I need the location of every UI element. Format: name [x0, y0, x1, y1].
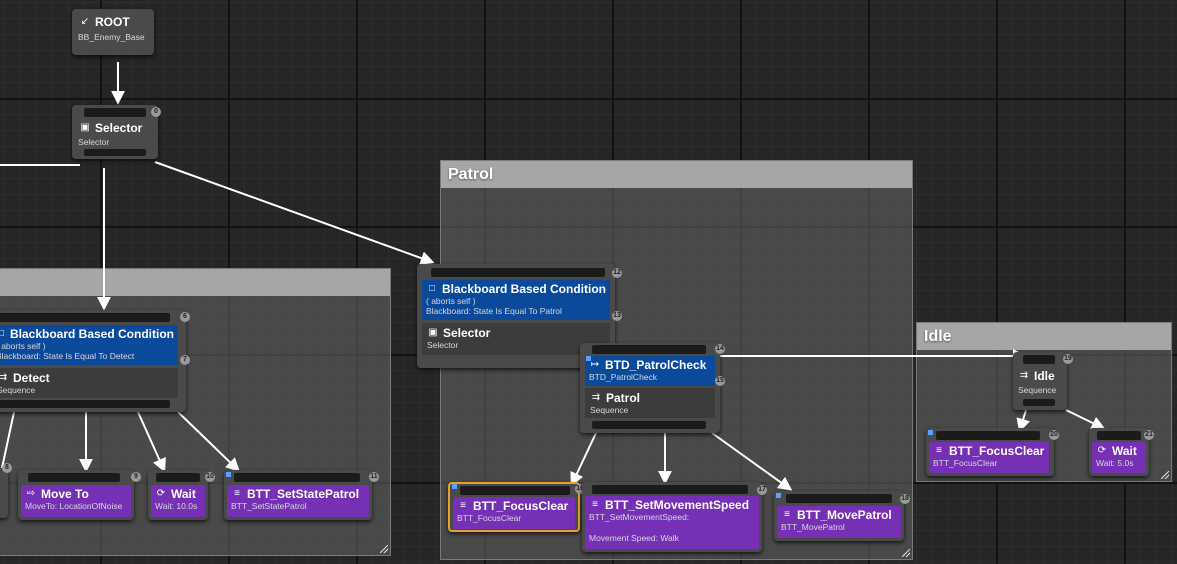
set-movement-speed-subtitle: BTT_SetMovementSpeed: — [589, 512, 690, 522]
move-patrol-title: BTT_MovePatrol — [797, 508, 892, 522]
patrol-selector-subtitle: Selector — [427, 340, 459, 350]
wait-node-detect[interactable]: ⟳ Wait Wait: 10.0s — [148, 470, 208, 520]
move-to-icon: ⇨ — [26, 488, 36, 499]
set-movement-speed-title: BTT_SetMovementSpeed — [605, 498, 750, 512]
idle-wait-subtitle: Wait: 5.0s — [1096, 458, 1134, 468]
wait-subtitle: Wait: 10.0s — [155, 501, 198, 511]
breakpoint-marker — [452, 484, 457, 489]
execution-index-badge: 14 — [715, 344, 725, 354]
patrol-check-title: BTD_PatrolCheck — [605, 358, 707, 372]
idle-title: Idle — [1034, 369, 1055, 383]
focus-clear-subtitle: BTT_FocusClear — [457, 513, 522, 523]
idle-focus-clear-title: BTT_FocusClear — [949, 444, 1045, 458]
execution-index-badge: 20 — [1049, 430, 1059, 440]
selector-icon: ▣ — [80, 122, 90, 133]
patrol-check-decorator[interactable]: ↦ BTD_PatrolCheck BTD_PatrolCheck — [585, 356, 715, 386]
wait-node-idle[interactable]: ⟳ Wait Wait: 5.0s — [1089, 428, 1149, 476]
execution-index-badge: 15 — [715, 376, 725, 386]
selector-icon: ▣ — [428, 327, 438, 338]
detect-decorator-condition: Blackboard: State Is Equal To Detect — [0, 351, 135, 361]
set-movement-speed-detail: Movement Speed: Walk — [589, 533, 679, 543]
root-title: ROOT — [95, 15, 130, 29]
execution-index-badge: 0 — [151, 107, 161, 117]
execution-index-badge: 13 — [612, 311, 622, 321]
breakpoint-marker — [226, 472, 231, 477]
detect-decorator-abort: ( aborts self ) — [0, 341, 46, 351]
main-selector-node[interactable]: ▣ Selector Selector — [72, 105, 158, 159]
set-state-subtitle: BTT_SetStatePatrol — [231, 501, 307, 511]
patrol-sequence-title: Patrol — [606, 391, 641, 405]
patrol-selector-title: Selector — [443, 326, 491, 340]
execution-index-badge: 8 — [2, 463, 12, 473]
blueprint-task-icon: ≡ — [460, 500, 466, 511]
wait-title: Wait — [171, 487, 196, 501]
main-selector-subtitle: Selector — [78, 137, 110, 147]
focus-clear-node-patrol[interactable]: ≡ BTT_FocusClear BTT_FocusClear — [448, 482, 580, 532]
root-icon: ↙ — [80, 16, 90, 27]
set-state-patrol-node[interactable]: ≡ BTT_SetStatePatrol BTT_SetStatePatrol — [224, 470, 372, 520]
execution-index-badge: 7 — [180, 355, 190, 365]
execution-index-badge: 6 — [180, 312, 190, 322]
execution-index-badge: 19 — [1063, 354, 1073, 364]
move-to-node[interactable]: ⇨ Move To MoveTo: LocationOfNoise — [18, 470, 134, 520]
set-state-title: BTT_SetStatePatrol — [247, 487, 360, 501]
breakpoint-marker — [586, 356, 591, 361]
blackboard-icon: □ — [0, 328, 4, 339]
root-node[interactable]: ↙ ROOT BB_Enemy_Base — [72, 9, 154, 55]
patrol-check-node[interactable]: ↦ BTD_PatrolCheck BTD_PatrolCheck ⇉ Patr… — [580, 343, 720, 433]
idle-sequence-node[interactable]: ⇉ Idle Sequence — [1013, 352, 1067, 410]
execution-index-badge: 21 — [1144, 430, 1154, 440]
breakpoint-marker — [928, 430, 933, 435]
patrol-check-subtitle: BTD_PatrolCheck — [589, 372, 658, 382]
patrol-decorator-condition: Blackboard: State Is Equal To Patrol — [426, 306, 562, 316]
detect-left-child-node[interactable] — [0, 470, 8, 518]
execution-index-badge: 18 — [900, 494, 910, 504]
move-patrol-node[interactable]: ≡ BTT_MovePatrol BTT_MovePatrol — [774, 491, 904, 541]
set-movement-speed-node[interactable]: ≡ BTT_SetMovementSpeed BTT_SetMovementSp… — [582, 482, 762, 552]
blueprint-task-icon: ≡ — [784, 509, 790, 520]
blueprint-task-icon: ≡ — [234, 488, 240, 499]
patrol-decorator-abort: ( aborts self ) — [426, 296, 476, 306]
main-selector-title: Selector — [95, 121, 143, 135]
execution-index-badge: 9 — [131, 472, 141, 482]
wait-icon: ⟳ — [156, 488, 166, 499]
detect-decorator-title: Blackboard Based Condition — [9, 327, 174, 341]
blueprint-task-icon: ≡ — [936, 445, 942, 456]
breakpoint-marker — [776, 493, 781, 498]
detect-sequence[interactable]: ⇉ Detect Sequence — [0, 368, 178, 398]
execution-index-badge: 12 — [612, 268, 622, 278]
idle-subtitle: Sequence — [1018, 385, 1057, 395]
focus-clear-title: BTT_FocusClear — [473, 499, 569, 513]
sequence-icon: ⇉ — [591, 392, 601, 403]
detect-sequence-title: Detect — [13, 371, 50, 385]
patrol-decorator-title: Blackboard Based Condition — [441, 282, 606, 296]
patrol-decorator[interactable]: □ Blackboard Based Condition ( aborts se… — [422, 280, 610, 320]
move-patrol-subtitle: BTT_MovePatrol — [781, 522, 845, 532]
execution-index-badge: 11 — [369, 472, 379, 482]
move-to-subtitle: MoveTo: LocationOfNoise — [25, 501, 123, 511]
root-blackboard: BB_Enemy_Base — [78, 32, 145, 42]
idle-focus-clear-subtitle: BTT_FocusClear — [933, 458, 998, 468]
wait-icon: ⟳ — [1097, 445, 1107, 456]
blueprint-task-icon: ≡ — [592, 499, 598, 510]
detect-branch-node[interactable]: □ Blackboard Based Condition ( aborts se… — [0, 310, 186, 412]
blackboard-icon: □ — [428, 283, 435, 294]
sequence-icon: ⇉ — [0, 372, 8, 383]
patrol-sequence[interactable]: ⇉ Patrol Sequence — [585, 388, 715, 418]
detect-decorator[interactable]: □ Blackboard Based Condition ( aborts se… — [0, 325, 178, 365]
focus-clear-node-idle[interactable]: ≡ BTT_FocusClear BTT_FocusClear — [926, 428, 1054, 476]
execution-index-badge: 10 — [205, 472, 215, 482]
move-to-title: Move To — [41, 487, 89, 501]
idle-wait-title: Wait — [1112, 444, 1137, 458]
detect-sequence-subtitle: Sequence — [0, 385, 36, 395]
sequence-icon: ⇉ — [1019, 370, 1029, 381]
execution-index-badge: 17 — [757, 485, 767, 495]
patrol-sequence-subtitle: Sequence — [590, 405, 629, 415]
